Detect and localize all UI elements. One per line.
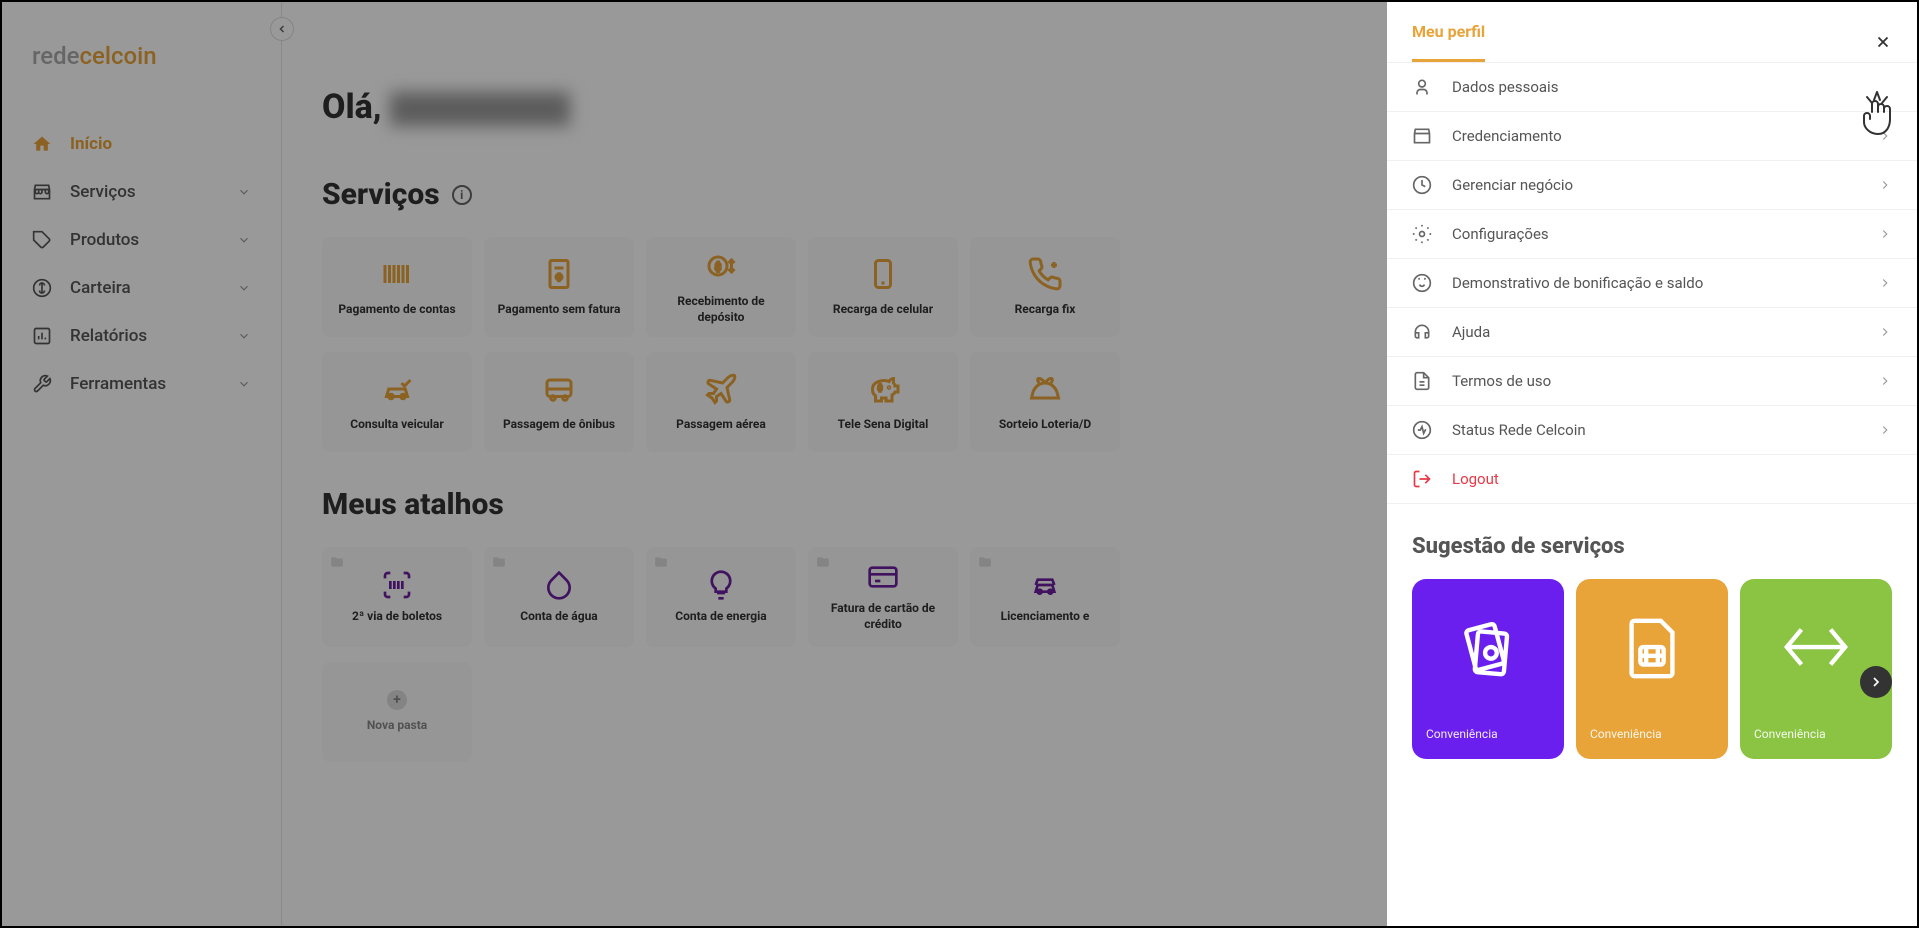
profile-panel: Meu perfil Dados pessoais Credenciamento… — [1387, 2, 1917, 926]
suggestion-section-title: Sugestão de serviços — [1387, 504, 1917, 579]
menu-credenciamento[interactable]: Credenciamento — [1387, 112, 1917, 161]
menu-gerenciar-negocio[interactable]: Gerenciar negócio — [1387, 161, 1917, 210]
tutorial-pointer-icon — [1852, 87, 1902, 147]
chevron-right-icon — [1878, 227, 1892, 241]
chevron-right-icon — [1878, 276, 1892, 290]
menu-label: Credenciamento — [1452, 127, 1858, 145]
piggy-circle-icon — [1412, 273, 1432, 293]
store-icon — [1412, 126, 1432, 146]
chevron-right-icon — [1878, 374, 1892, 388]
menu-label: Configurações — [1452, 225, 1858, 243]
menu-label: Dados pessoais — [1452, 78, 1892, 96]
clock-icon — [1412, 175, 1432, 195]
panel-title: Meu perfil — [1412, 22, 1485, 62]
chevron-right-icon — [1878, 423, 1892, 437]
menu-label: Ajuda — [1452, 323, 1858, 341]
suggestion-category: Conveniência — [1754, 727, 1878, 741]
menu-demonstrativo[interactable]: Demonstrativo de bonificação e saldo — [1387, 259, 1917, 308]
money-hand-icon — [1426, 597, 1550, 697]
chevron-right-icon — [1878, 178, 1892, 192]
menu-ajuda[interactable]: Ajuda — [1387, 308, 1917, 357]
suggestion-card-2[interactable]: Conveniência — [1576, 579, 1728, 759]
menu-label: Demonstrativo de bonificação e saldo — [1452, 274, 1858, 292]
suggestion-category: Conveniência — [1426, 727, 1550, 741]
logout-icon — [1412, 469, 1432, 489]
menu-configuracoes[interactable]: Configurações — [1387, 210, 1917, 259]
gear-icon — [1412, 224, 1432, 244]
suggestion-cards: Conveniência Conveniência Conveniência — [1387, 579, 1917, 784]
sim-icon — [1590, 597, 1714, 697]
close-icon[interactable] — [1874, 33, 1892, 51]
menu-label: Logout — [1452, 470, 1892, 488]
menu-logout[interactable]: Logout — [1387, 455, 1917, 504]
menu-dados-pessoais[interactable]: Dados pessoais — [1387, 63, 1917, 112]
menu-label: Termos de uso — [1452, 372, 1858, 390]
profile-menu: Dados pessoais Credenciamento Gerenciar … — [1387, 63, 1917, 504]
chevron-right-icon — [1878, 325, 1892, 339]
menu-label: Status Rede Celcoin — [1452, 421, 1858, 439]
person-icon — [1412, 77, 1432, 97]
suggestion-category: Conveniência — [1590, 727, 1714, 741]
suggestion-card-1[interactable]: Conveniência — [1412, 579, 1564, 759]
activity-icon — [1412, 420, 1432, 440]
suggestion-next-button[interactable] — [1860, 666, 1892, 698]
headset-icon — [1412, 322, 1432, 342]
menu-termos-uso[interactable]: Termos de uso — [1387, 357, 1917, 406]
menu-status[interactable]: Status Rede Celcoin — [1387, 406, 1917, 455]
document-icon — [1412, 371, 1432, 391]
menu-label: Gerenciar negócio — [1452, 176, 1858, 194]
